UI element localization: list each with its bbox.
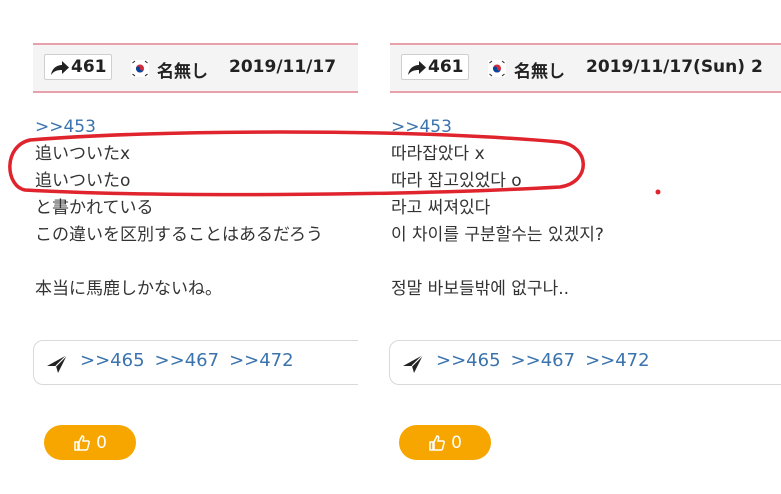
post-header: 461 名無し 2019/11/17: [33, 43, 358, 93]
reply-link[interactable]: >>465: [436, 350, 501, 371]
reply-bar: >>465 >>467 >>472: [389, 340, 781, 385]
post-panel-left: 461 名無し 2019/11/17 >>453 追いついたx 追いついたo と書かれ…: [0, 0, 358, 494]
reply-link[interactable]: >>467: [511, 350, 576, 371]
quote-link[interactable]: >>453: [391, 114, 604, 141]
thumbs-up-icon: [429, 434, 446, 451]
post-number: 461: [71, 57, 107, 77]
quote-link[interactable]: >>453: [35, 114, 323, 141]
thumbs-up-icon: [74, 434, 91, 451]
post-line: この違いを区別することはあるだろう: [35, 225, 323, 245]
reply-links: >>465 >>467 >>472: [436, 350, 660, 371]
post-line: 따라잡았다 x: [391, 144, 485, 164]
post-line: 정말 바보들밖에 없구나..: [391, 279, 570, 299]
like-button[interactable]: 0: [399, 425, 491, 460]
post-panel-right: 461 名無し 2019/11/17(Sun) 2 >>453 따라잡았다 x 따라…: [388, 0, 781, 494]
post-line: 이 차이를 구분할수는 있겠지?: [391, 225, 604, 245]
like-button[interactable]: 0: [44, 425, 136, 460]
reply-link[interactable]: >>472: [585, 350, 650, 371]
post-date: 2019/11/17: [229, 57, 337, 77]
paper-plane-icon: [403, 354, 424, 373]
share-arrow-icon: [408, 60, 426, 75]
reply-link[interactable]: >>465: [80, 350, 145, 371]
post-body: >>453 따라잡았다 x 따라 잡고있었다 o 라고 써져있다이 차이를 구분할수는…: [391, 114, 604, 303]
post-line: 라고 써져있다: [391, 198, 491, 218]
reply-link[interactable]: >>467: [155, 350, 220, 371]
korea-flag-icon: [488, 60, 506, 77]
poster-name: 名無し: [514, 62, 565, 82]
post-line: 따라 잡고있었다 o: [391, 171, 522, 191]
post-header: 461 名無し 2019/11/17(Sun) 2: [390, 43, 781, 93]
post-line: 追いついたx: [35, 144, 131, 164]
poster-name: 名無し: [157, 62, 208, 82]
like-count: 0: [451, 432, 462, 453]
post-line: 追いついたo: [35, 171, 131, 191]
post-number: 461: [428, 57, 464, 77]
post-date: 2019/11/17(Sun) 2: [586, 57, 763, 77]
post-number-button[interactable]: 461: [44, 54, 112, 80]
korea-flag-icon: [131, 60, 149, 77]
paper-plane-icon: [47, 354, 68, 373]
reply-links: >>465 >>467 >>472: [80, 350, 304, 371]
like-count: 0: [96, 432, 107, 453]
post-number-button[interactable]: 461: [401, 54, 469, 80]
post-body: >>453 追いついたx 追いついたo と書かれているこの違いを区別することはあるだろ…: [35, 114, 323, 303]
share-arrow-icon: [51, 60, 69, 75]
post-line: 本当に馬鹿しかないね。: [35, 279, 222, 299]
reply-link[interactable]: >>472: [229, 350, 294, 371]
reply-bar: >>465 >>467 >>472: [33, 340, 358, 385]
post-line: と書かれている: [35, 198, 154, 218]
